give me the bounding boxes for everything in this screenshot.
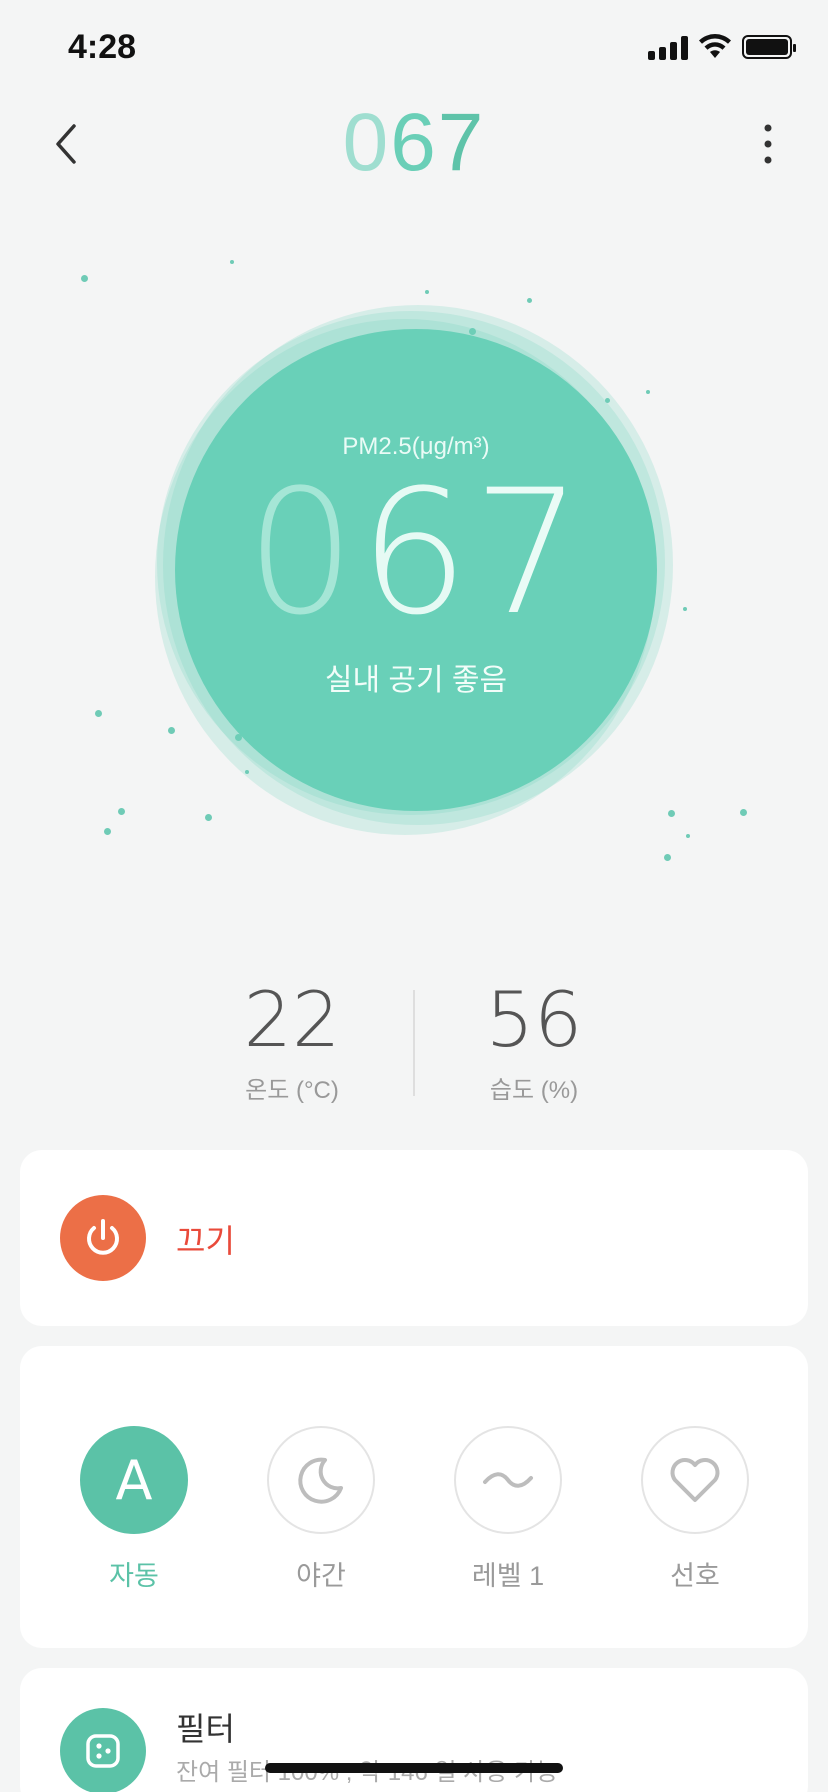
mode-auto-label: 자동 [109,1561,159,1591]
mode-auto-button[interactable]: A [80,1426,188,1534]
temperature-label: 온도 (°C) [245,1077,339,1104]
pm-digit: 7 [472,452,587,653]
cellular-signal-icon [648,34,688,60]
filter-title: 필터 [176,1711,235,1747]
temperature-stat: 22 온도 (°C) [172,980,412,1105]
battery-icon [742,35,796,59]
pm-digit: 0 [245,452,360,653]
mode-level-button[interactable] [454,1426,562,1534]
mode-favorite[interactable]: 선호 [640,1426,750,1593]
air-status: 실내 공기 좋음 [324,664,508,697]
title-digit: 7 [437,97,486,188]
title-digit: 0 [342,97,391,188]
humidity-value: 56 [485,975,583,1064]
mode-night-button[interactable] [267,1426,375,1534]
more-options-icon[interactable] [756,120,780,168]
mode-level[interactable]: 레벨 1 [453,1426,563,1593]
wave-icon [483,1472,533,1488]
pm-value: 067 [246,467,586,639]
moon-icon [298,1457,343,1504]
humidity-stat: 56 습도 (%) [414,980,654,1105]
power-card[interactable]: 끄기 [20,1150,808,1326]
pm-display: PM2.5(μg/m³) 067 실내 공기 좋음 [175,329,657,811]
status-icons [648,34,796,60]
letter-a-icon: A [115,1448,153,1512]
mode-auto[interactable]: A 자동 [79,1426,189,1593]
header: 067 [0,96,828,192]
filter-card[interactable]: 필터 잔여 필터 100% , 약 146 일 사용 가능 [20,1668,808,1792]
page-title: 067 [0,96,828,190]
status-bar: 4:28 [0,0,828,100]
mode-favorite-label: 선호 [670,1561,720,1591]
temperature-value: 22 [243,975,341,1064]
air-quality-circle: PM2.5(μg/m³) 067 실내 공기 좋음 [155,305,675,835]
power-icon [87,1219,119,1255]
mode-night[interactable]: 야간 [266,1426,376,1593]
mode-night-label: 야간 [296,1561,346,1591]
humidity-label: 습도 (%) [489,1077,579,1104]
power-label[interactable]: 끄기 [176,1216,235,1262]
power-button[interactable] [60,1195,146,1281]
home-indicator[interactable] [265,1763,563,1773]
mode-favorite-button[interactable] [641,1426,749,1534]
filter-icon-button[interactable] [60,1708,146,1792]
wifi-icon [699,34,731,58]
environment-stats: 22 온도 (°C) 56 습도 (%) [0,980,828,1105]
filter-icon [86,1734,120,1768]
title-digit: 6 [390,97,438,188]
pm-digit: 6 [359,452,473,653]
mode-card: A 자동 야간 레벨 1 선호 [20,1346,808,1648]
heart-icon [670,1458,720,1502]
mode-level-label: 레벨 1 [471,1561,545,1591]
status-time: 4:28 [68,28,137,66]
